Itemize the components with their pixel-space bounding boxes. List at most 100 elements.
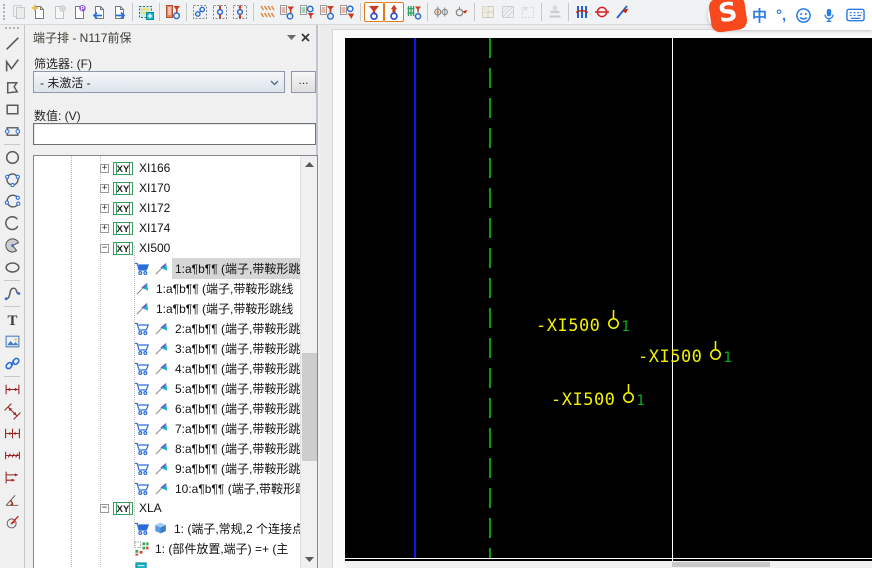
scroll-down-icon[interactable] <box>301 551 318 568</box>
page-macro-icon[interactable]: P <box>69 2 89 22</box>
tree-item[interactable] <box>34 558 300 568</box>
terminal-designation[interactable]: -XI5001 <box>551 383 645 410</box>
emoji-icon[interactable] <box>795 7 812 24</box>
tree-item[interactable]: 5:a¶b¶¶ (端子,带鞍形跳线 <box>34 378 300 398</box>
scroll-up-icon[interactable] <box>301 156 318 173</box>
green-grid-funnel-icon[interactable] <box>404 2 424 22</box>
scrollbar-thumb[interactable] <box>302 353 317 461</box>
symbol-select-icon[interactable] <box>190 2 210 22</box>
chevron-down-icon[interactable] <box>269 76 280 92</box>
filter-browse-button[interactable]: ... <box>291 71 316 93</box>
grid-circle-icon[interactable] <box>297 2 317 22</box>
tree-item[interactable]: 1:a¶b¶¶ (端子,带鞍形跳线 <box>34 298 300 318</box>
tree-vertical-scrollbar[interactable] <box>300 156 317 568</box>
text-icon[interactable]: T <box>2 309 23 330</box>
device-navigator-icon[interactable] <box>163 2 183 22</box>
tree-item[interactable]: 1: (部件放置,端子) =+ (主 <box>34 538 300 558</box>
spline-icon[interactable] <box>2 283 23 304</box>
symbol-insert-vertical-icon[interactable] <box>210 2 230 22</box>
tree-item[interactable]: 3:a¶b¶¶ (端子,带鞍形跳线 <box>34 338 300 358</box>
hidden-line-icon[interactable] <box>612 2 632 22</box>
polygon-icon[interactable] <box>2 77 23 98</box>
circle-3point-icon[interactable] <box>2 169 23 190</box>
tree-item[interactable]: 1: (端子,常规,2 个连接点 <box>34 518 300 538</box>
connection-red-icon[interactable] <box>592 2 612 22</box>
expand-icon[interactable]: + <box>100 184 109 193</box>
insert-window-icon[interactable] <box>136 2 156 22</box>
triple-bars-icon[interactable] <box>572 2 592 22</box>
tree-item[interactable]: −XYXLA <box>34 498 300 518</box>
hatch-columns-icon[interactable] <box>257 2 277 22</box>
dim-baseline-icon[interactable] <box>2 467 23 488</box>
expand-icon[interactable]: + <box>100 204 109 213</box>
ime-language-toggle[interactable]: 中 <box>752 5 767 26</box>
tree-item[interactable]: +XYXI172 <box>34 198 300 218</box>
terminal-symbol-icon[interactable] <box>622 383 635 410</box>
grid-circle-funnel-icon[interactable] <box>337 2 357 22</box>
cart-icon <box>134 441 150 456</box>
microphone-icon[interactable] <box>821 7 837 24</box>
grid-funnel-icon[interactable] <box>277 2 297 22</box>
terminal-designation[interactable]: -XI5001 <box>536 309 630 336</box>
panel-menu-icon[interactable] <box>284 30 298 44</box>
ellipse-icon[interactable] <box>2 257 23 278</box>
filter-combobox[interactable]: - 未激活 - <box>33 71 285 93</box>
rectangle-icon[interactable] <box>2 99 23 120</box>
polyline-icon[interactable] <box>2 55 23 76</box>
tree-item[interactable]: 8:a¶b¶¶ (端子,带鞍形跳线 <box>34 438 300 458</box>
arc-icon[interactable] <box>2 213 23 234</box>
tree-item[interactable]: 1:a¶b¶¶ (端子,带鞍形跳线 <box>34 258 300 278</box>
tree-item[interactable]: 2:a¶b¶¶ (端子,带鞍形跳线 <box>34 318 300 338</box>
arc-3point-icon[interactable] <box>2 191 23 212</box>
scrollbar-thumb[interactable] <box>672 562 770 567</box>
collapse-icon[interactable]: − <box>100 244 109 253</box>
cart-icon <box>134 341 150 356</box>
dim-aligned-icon[interactable] <box>2 401 23 422</box>
panel-close-icon[interactable] <box>298 30 312 44</box>
connection-pair-icon[interactable] <box>431 2 451 22</box>
tree-item[interactable]: 6:a¶b¶¶ (端子,带鞍形跳线 <box>34 398 300 418</box>
terminal-designation[interactable]: -XI5001 <box>638 340 732 367</box>
image-icon[interactable] <box>2 331 23 352</box>
circle-icon[interactable] <box>2 147 23 168</box>
expand-icon[interactable]: + <box>100 164 109 173</box>
tree-item[interactable]: 9:a¶b¶¶ (端子,带鞍形跳线 <box>34 458 300 478</box>
hyperlink-icon[interactable] <box>2 353 23 374</box>
dim-chain-icon[interactable] <box>2 445 23 466</box>
grid-funnel-circle-icon[interactable] <box>317 2 337 22</box>
toolbar-drag-handle[interactable] <box>3 4 7 20</box>
expand-icon[interactable]: + <box>100 224 109 233</box>
dim-continued-icon[interactable] <box>2 423 23 444</box>
new-page-icon[interactable] <box>29 2 49 22</box>
dim-radius-icon[interactable] <box>2 511 23 532</box>
keyboard-icon[interactable] <box>846 8 865 22</box>
tree-item[interactable]: 1:a¶b¶¶ (端子,带鞍形跳线 <box>34 278 300 298</box>
terminal-funnel-icon[interactable] <box>364 2 384 22</box>
tree-item[interactable]: +XYXI166 <box>34 158 300 178</box>
collapse-icon[interactable]: − <box>100 504 109 513</box>
value-input[interactable] <box>33 123 316 145</box>
dim-angle-icon[interactable] <box>2 489 23 510</box>
tree-item[interactable]: +XYXI174 <box>34 218 300 238</box>
terminal-symbol-icon[interactable] <box>709 340 722 367</box>
tree-item[interactable]: −XYXI500 <box>34 238 300 258</box>
schematic-canvas[interactable]: -XI5001 -XI5001 -XI5001 <box>345 38 872 561</box>
page-import-icon[interactable] <box>89 2 109 22</box>
terminal-symbol-icon[interactable] <box>607 309 620 336</box>
sogou-logo-icon[interactable]: S <box>708 0 748 33</box>
tree-item[interactable]: 7:a¶b¶¶ (端子,带鞍形跳线 <box>34 418 300 438</box>
dim-linear-icon[interactable] <box>2 379 23 400</box>
sector-icon[interactable] <box>2 235 23 256</box>
ime-punctuation-toggle[interactable]: °, <box>776 7 786 24</box>
rectangle-2point-icon[interactable] <box>2 121 23 142</box>
terminal-arrow-icon[interactable] <box>384 2 404 22</box>
tree-item[interactable]: +XYXI170 <box>34 178 300 198</box>
page-export-icon[interactable] <box>109 2 129 22</box>
connection-point-icon[interactable] <box>451 2 471 22</box>
line-icon[interactable] <box>2 33 23 54</box>
canvas-horizontal-scrollbar[interactable] <box>345 561 872 568</box>
toolbar-drag-handle[interactable] <box>5 27 19 31</box>
tree-item[interactable]: 10:a¶b¶¶ (端子,带鞍形跳 <box>34 478 300 498</box>
symbol-insert-updown-icon[interactable] <box>230 2 250 22</box>
tree-item[interactable]: 4:a¶b¶¶ (端子,带鞍形跳线 <box>34 358 300 378</box>
